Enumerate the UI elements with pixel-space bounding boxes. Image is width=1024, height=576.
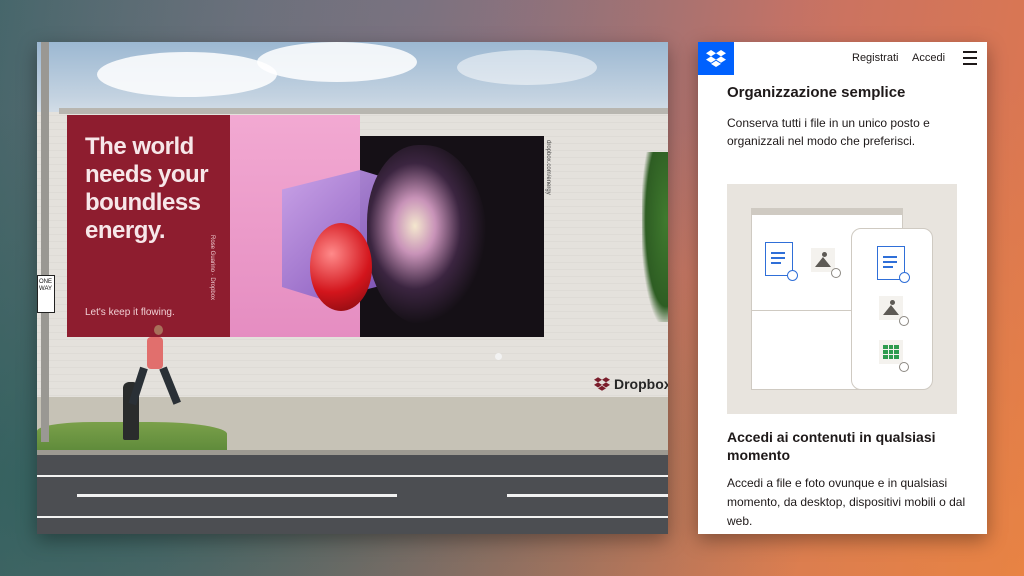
billboard-tagline: Let's keep it flowing. xyxy=(85,307,175,318)
login-link[interactable]: Accedi xyxy=(912,52,945,64)
image-icon xyxy=(879,296,903,320)
window-divider xyxy=(752,310,852,311)
lane-line xyxy=(77,494,397,497)
billboard-photo: The world needs your boundless energy. L… xyxy=(37,42,668,534)
section-body-organization: Conserva tutti i file in un unico posto … xyxy=(727,116,930,148)
lane-line xyxy=(37,475,668,477)
sync-badge-icon xyxy=(787,270,798,281)
sign-line-2: WAY xyxy=(39,286,52,292)
sync-badge-icon xyxy=(899,362,909,372)
billboard-headline: The world needs your boundless energy. xyxy=(85,133,209,244)
dropbox-billboard: The world needs your boundless energy. L… xyxy=(67,115,668,392)
dropbox-logo-icon xyxy=(706,50,726,67)
section-title-access: Accedi ai contenuti in qualsiasi momento xyxy=(727,429,936,463)
lane-line xyxy=(37,516,668,518)
section-body-access: Accedi a file e foto ovunque e in qualsi… xyxy=(727,476,966,528)
register-link[interactable]: Registrati xyxy=(852,52,898,64)
billboard-brand-text: Dropbox xyxy=(614,376,668,392)
cloud xyxy=(257,42,417,82)
cloud xyxy=(97,52,277,97)
spreadsheet-icon xyxy=(879,340,903,364)
files-illustration xyxy=(727,184,957,414)
sign-line-1: ONE xyxy=(39,279,53,285)
pedestrian-body xyxy=(147,337,163,369)
billboard-credit-right: dropbox.com/energy xyxy=(545,140,551,195)
street-pole xyxy=(41,42,49,442)
sync-badge-icon xyxy=(899,272,910,283)
small-moon-art xyxy=(495,353,502,360)
window-titlebar xyxy=(752,209,902,215)
dropbox-home-link[interactable] xyxy=(698,42,734,75)
pedestrian-head xyxy=(154,325,163,335)
section-title-organization: Organizzazione semplice xyxy=(727,84,906,101)
hamburger-menu-icon[interactable] xyxy=(963,51,977,65)
image-icon xyxy=(811,248,835,272)
wall-cap xyxy=(59,108,668,114)
one-way-sign-text: ONE WAY xyxy=(39,279,52,293)
dropbox-logo-icon xyxy=(594,377,610,391)
top-nav: Registrati Accedi xyxy=(698,42,987,75)
billboard-dropbox-logo: Dropbox xyxy=(594,376,668,392)
one-way-sign: ONE WAY xyxy=(37,275,55,313)
mobile-webpage: Registrati Accedi Organizzazione semplic… xyxy=(698,42,987,534)
billboard-credit-left: Rose Guarino · Dropbox xyxy=(209,235,215,301)
sync-badge-icon xyxy=(831,268,841,278)
red-sphere-art xyxy=(310,223,372,311)
lane-line xyxy=(507,494,668,497)
sync-badge-icon xyxy=(899,316,909,326)
cloud xyxy=(457,50,597,85)
